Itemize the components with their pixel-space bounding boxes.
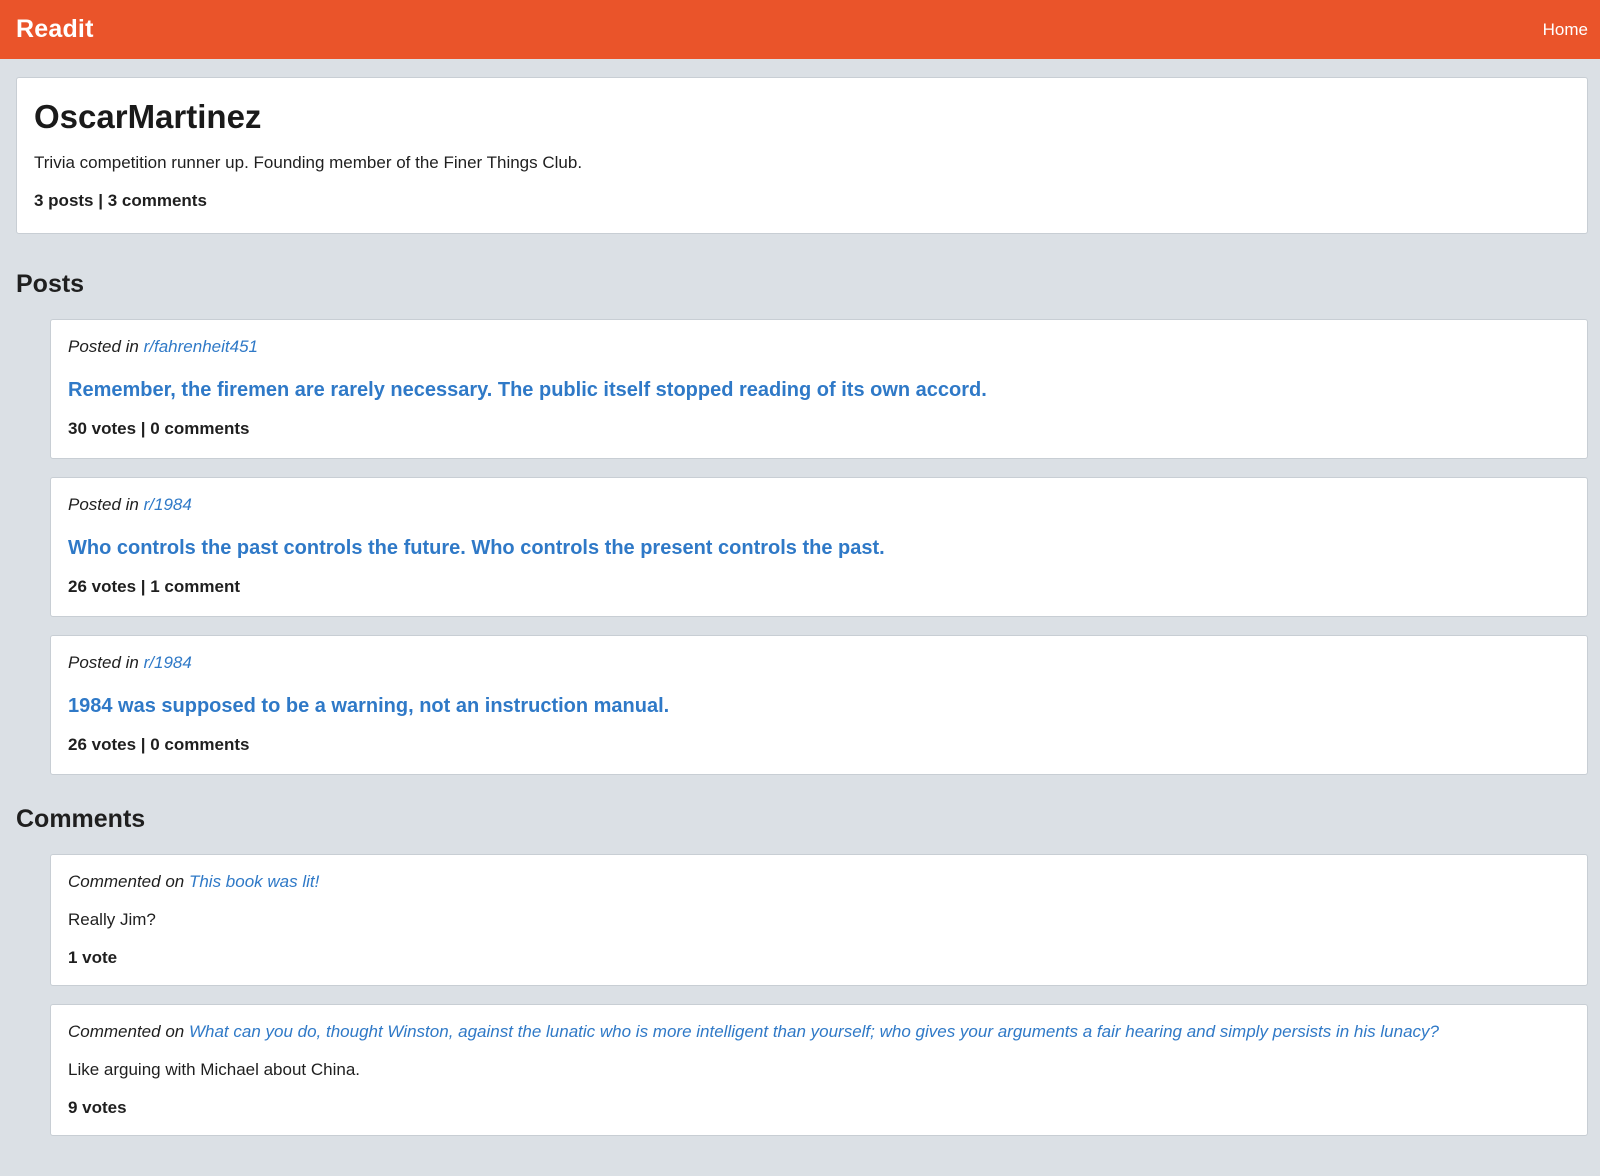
post-meta: Posted in r/fahrenheit451 xyxy=(68,336,1570,358)
posted-in-label: Posted in xyxy=(68,495,139,514)
comment-body: Really Jim? xyxy=(68,910,156,929)
post-card: Posted in r/fahrenheit451 Remember, the … xyxy=(50,319,1588,459)
profile-card: OscarMartinez Trivia competition runner … xyxy=(16,77,1588,234)
post-stats: 26 votes | 1 comment xyxy=(68,577,240,596)
post-card: Posted in r/1984 1984 was supposed to be… xyxy=(50,635,1588,775)
comments-list: Commented on This book was lit! Really J… xyxy=(50,854,1588,1136)
comments-heading: Comments xyxy=(16,805,146,833)
subreddit-link[interactable]: r/1984 xyxy=(144,495,192,514)
post-title-link[interactable]: 1984 was supposed to be a warning, not a… xyxy=(68,694,1570,718)
commented-post-link[interactable]: This book was lit! xyxy=(189,872,319,891)
post-meta: Posted in r/1984 xyxy=(68,494,1570,516)
comment-meta: Commented on This book was lit! xyxy=(68,871,1570,893)
posted-in-label: Posted in xyxy=(68,653,139,672)
posts-list: Posted in r/fahrenheit451 Remember, the … xyxy=(50,319,1588,775)
post-stats: 26 votes | 0 comments xyxy=(68,735,250,754)
home-link[interactable]: Home xyxy=(1543,20,1588,40)
subreddit-link[interactable]: r/fahrenheit451 xyxy=(144,337,258,356)
commented-on-label: Commented on xyxy=(68,872,185,891)
comment-card: Commented on This book was lit! Really J… xyxy=(50,854,1588,986)
post-card: Posted in r/1984 Who controls the past c… xyxy=(50,477,1588,617)
profile-username: OscarMartinez xyxy=(34,98,262,135)
post-title-link[interactable]: Remember, the firemen are rarely necessa… xyxy=(68,378,1570,402)
profile-bio: Trivia competition runner up. Founding m… xyxy=(34,153,583,172)
comment-card: Commented on What can you do, thought Wi… xyxy=(50,1004,1588,1136)
commented-on-label: Commented on xyxy=(68,1022,185,1041)
navbar: Readit Home xyxy=(0,0,1600,59)
post-meta: Posted in r/1984 xyxy=(68,652,1570,674)
commented-post-link[interactable]: What can you do, thought Winston, agains… xyxy=(189,1022,1439,1041)
comment-meta: Commented on What can you do, thought Wi… xyxy=(68,1021,1570,1043)
comment-votes: 1 vote xyxy=(68,948,118,967)
subreddit-link[interactable]: r/1984 xyxy=(144,653,192,672)
main-content: OscarMartinez Trivia competition runner … xyxy=(0,59,1600,1136)
comment-body: Like arguing with Michael about China. xyxy=(68,1060,361,1079)
brand-logo-link[interactable]: Readit xyxy=(16,15,94,44)
posts-heading: Posts xyxy=(16,270,85,298)
comment-votes: 9 votes xyxy=(68,1098,127,1117)
posted-in-label: Posted in xyxy=(68,337,139,356)
post-title-link[interactable]: Who controls the past controls the futur… xyxy=(68,536,1570,560)
profile-stats: 3 posts | 3 comments xyxy=(34,191,207,210)
post-stats: 30 votes | 0 comments xyxy=(68,419,250,438)
